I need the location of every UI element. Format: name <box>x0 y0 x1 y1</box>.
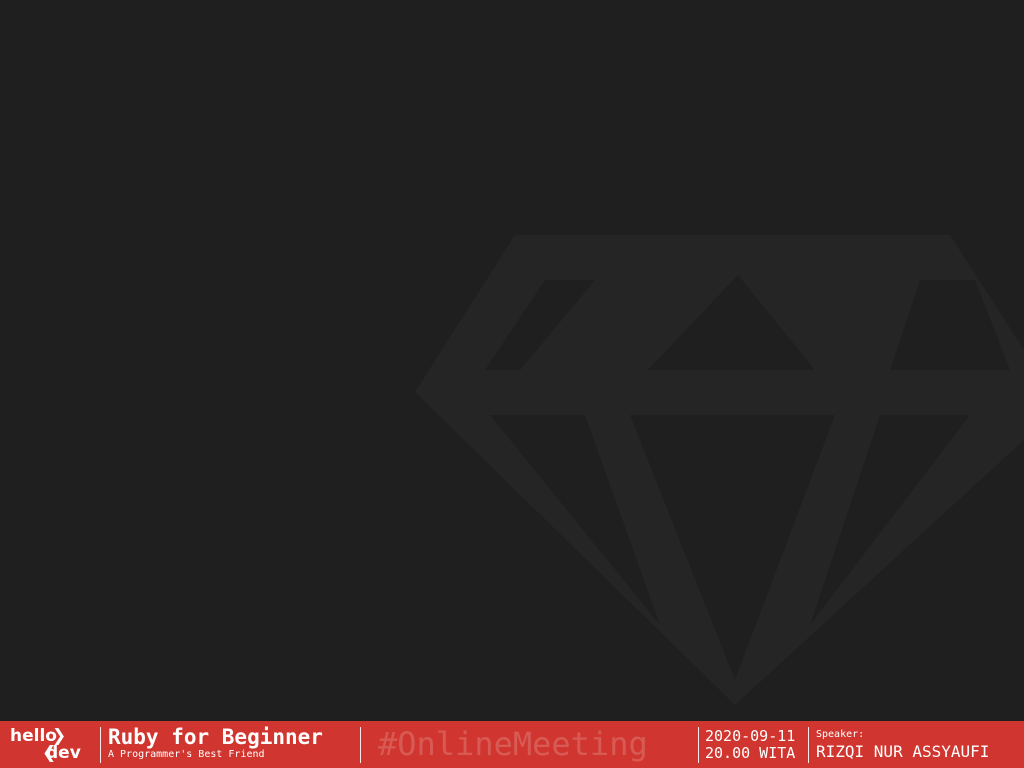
event-hashtag: #OnlineMeeting <box>378 725 648 763</box>
logo-dev-text: dev <box>46 743 81 763</box>
divider <box>698 727 699 763</box>
event-title-block: Ruby for Beginner A Programmer's Best Fr… <box>108 725 356 761</box>
speaker-label: Speaker: <box>816 729 865 740</box>
divider <box>100 727 101 763</box>
slide-stage: hello ❯ ❮ dev Ruby for Beginner A Progra… <box>0 0 1024 768</box>
ruby-gem-icon <box>415 235 1024 705</box>
hello-dev-logo: hello ❯ ❮ dev <box>8 727 96 763</box>
event-datetime: 2020-09-11 20.00 WITA <box>705 728 795 762</box>
bottom-info-bar: hello ❯ ❮ dev Ruby for Beginner A Progra… <box>0 721 1024 768</box>
event-date: 2020-09-11 <box>705 727 796 745</box>
speaker-name: RIZQI NUR ASSYAUFI <box>816 742 990 761</box>
event-subtitle: A Programmer's Best Friend <box>108 749 265 760</box>
event-time: 20.00 WITA <box>705 744 796 762</box>
divider <box>808 727 809 763</box>
divider <box>360 727 361 763</box>
event-title: Ruby for Beginner <box>108 725 323 749</box>
